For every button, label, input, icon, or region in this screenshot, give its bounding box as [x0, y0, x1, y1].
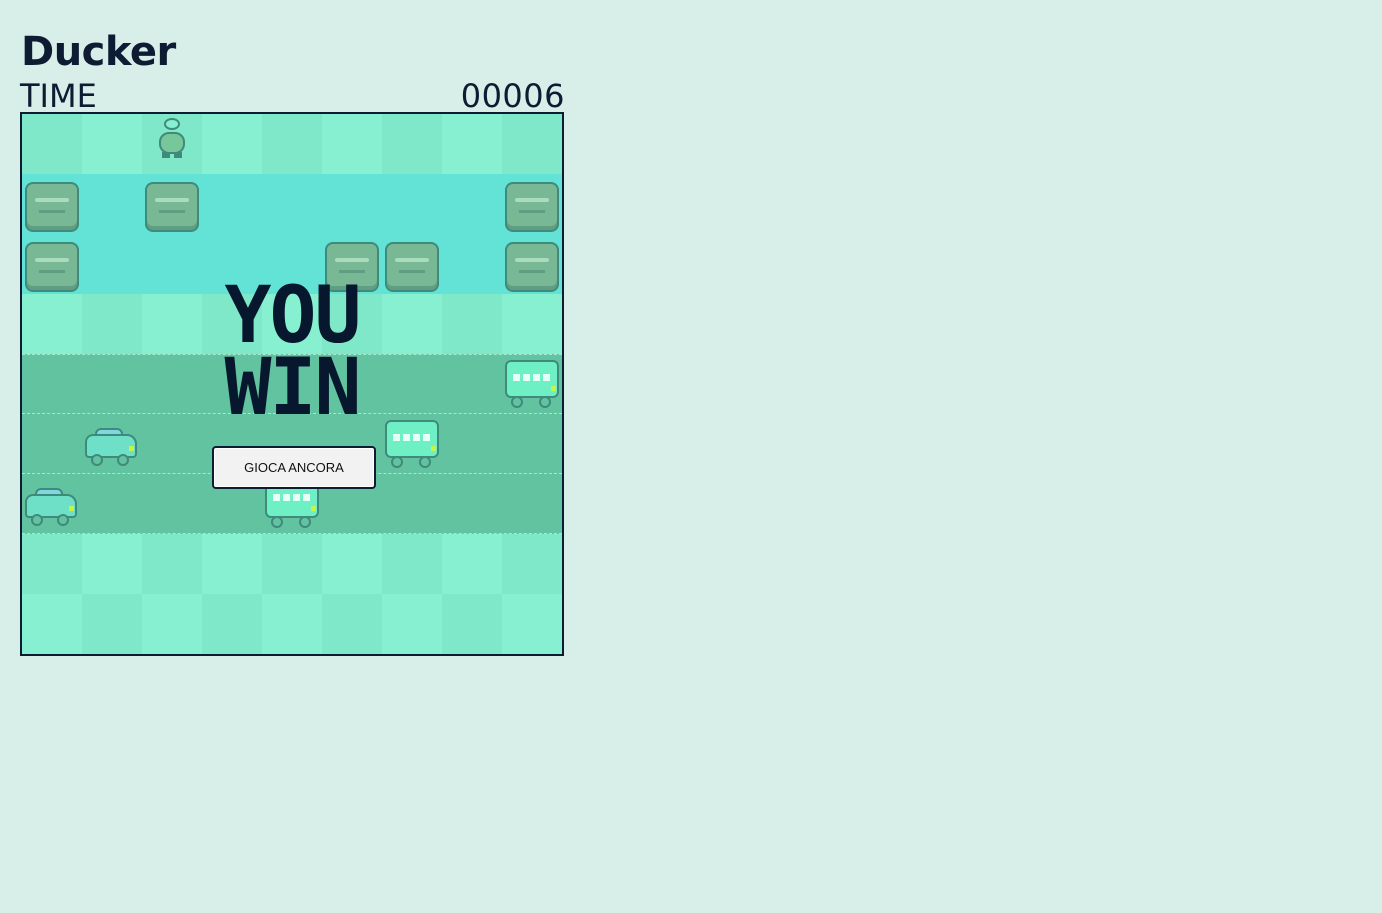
log-icon	[505, 182, 559, 232]
time-counter: 00006	[460, 77, 565, 115]
time-label: TIME	[20, 77, 97, 115]
bus-icon	[505, 360, 559, 408]
win-line-1: YOU	[224, 271, 362, 361]
log-icon	[385, 242, 439, 292]
duck-icon	[157, 118, 187, 160]
grass-lane-start	[22, 594, 562, 654]
play-again-button[interactable]: GIOCA ANCORA	[212, 446, 376, 489]
log-icon	[145, 182, 199, 232]
grass-lane-goal	[22, 114, 562, 174]
car-icon	[85, 428, 137, 466]
log-icon	[505, 242, 559, 292]
game-board[interactable]: YOU WIN GIOCA ANCORA	[20, 112, 564, 656]
win-line-2: WIN	[224, 343, 362, 433]
water-lane	[22, 174, 562, 234]
car-icon	[25, 488, 77, 526]
bus-icon	[385, 420, 439, 468]
log-icon	[25, 242, 79, 292]
win-message: YOU WIN	[202, 271, 382, 433]
log-icon	[25, 182, 79, 232]
game-title: Ducker	[21, 29, 176, 75]
grass-lane-start	[22, 534, 562, 594]
